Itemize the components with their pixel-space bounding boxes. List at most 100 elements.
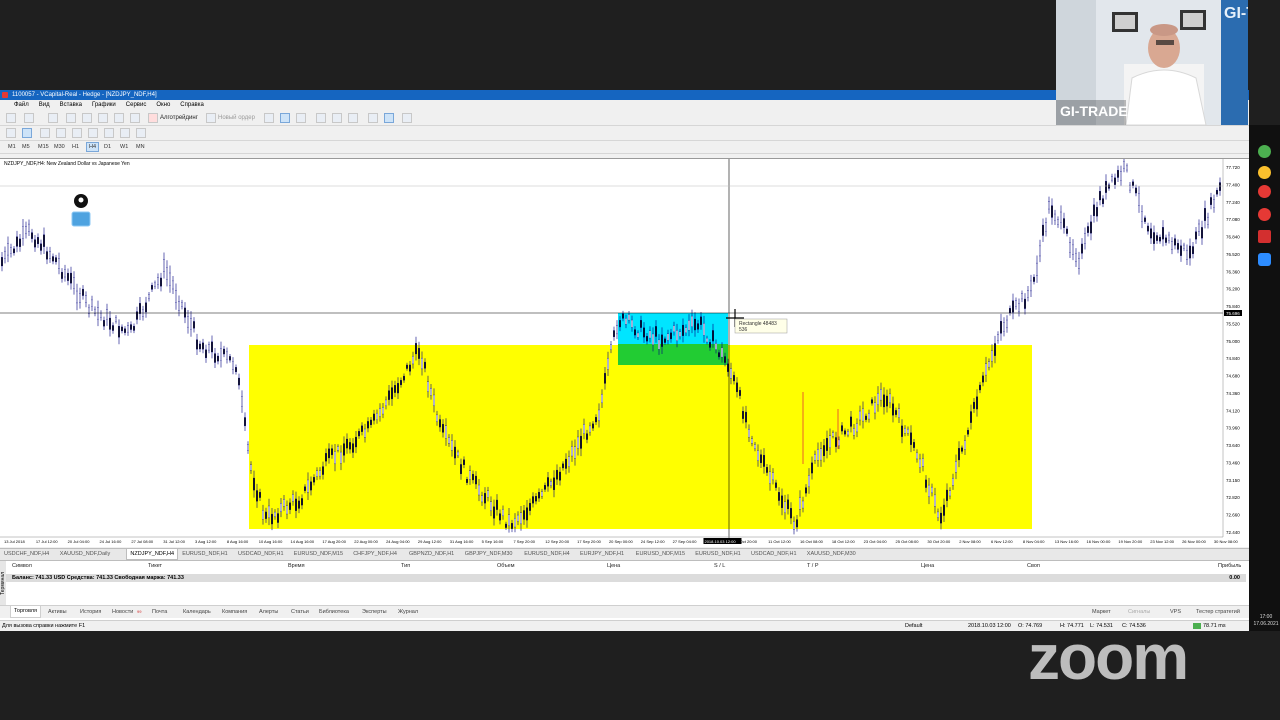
terminal-right-tab[interactable]: VPS — [1170, 606, 1181, 618]
terminal-tab[interactable]: Новости — [112, 606, 133, 618]
chart-tab[interactable]: GBPNZD_NDF,H1 — [409, 549, 454, 560]
zoom-app-icon[interactable] — [1258, 253, 1271, 266]
terminal-tab[interactable]: Алерты — [259, 606, 278, 618]
cursor-icon[interactable] — [6, 128, 16, 138]
price-chart[interactable]: 77.720 77.400 77.240 77.080 76.840 76.520 76.3… — [0, 158, 1249, 547]
chart-tab[interactable]: XAUUSD_NDF,Daily — [60, 549, 110, 560]
chart-tab[interactable]: XAUUSD_NDF,M30 — [807, 549, 856, 560]
navigator-icon[interactable] — [82, 113, 92, 123]
menu-window[interactable]: Окно — [156, 100, 170, 110]
chart-tab[interactable]: EURUSD_NDF,H1 — [695, 549, 741, 560]
column-header[interactable]: Время — [288, 563, 305, 569]
terminal-tab[interactable]: Почта — [152, 606, 167, 618]
fibonacci-icon[interactable] — [104, 128, 114, 138]
chart-tab[interactable]: GBPJPY_NDF,M30 — [465, 549, 513, 560]
market-watch-icon[interactable] — [48, 113, 58, 123]
terminal-tab[interactable]: Статьи — [291, 606, 309, 618]
terminal-tab[interactable]: Активы — [48, 606, 67, 618]
column-header[interactable]: T / P — [807, 563, 819, 569]
terminal-tab[interactable]: Компания — [222, 606, 247, 618]
column-header[interactable]: Символ — [12, 563, 32, 569]
chart-tab[interactable]: CHFJPY_NDF,H4 — [353, 549, 397, 560]
terminal-tab[interactable]: Библиотека — [319, 606, 349, 618]
chart-tab[interactable]: USDCHF_NDF,H4 — [4, 549, 49, 560]
data-window-icon[interactable] — [66, 113, 76, 123]
menu-view[interactable]: Вид — [39, 100, 50, 110]
line-chart-icon[interactable] — [296, 113, 306, 123]
terminal-right-tab[interactable]: Тестер стратегий — [1196, 606, 1240, 618]
chart-tab[interactable]: NZDJPY_NDF,H4 — [126, 549, 179, 560]
tile-windows-icon[interactable] — [348, 113, 358, 123]
opera-icon[interactable] — [1258, 185, 1271, 198]
menu-tools[interactable]: Сервис — [126, 100, 147, 110]
column-header[interactable]: Своп — [1027, 563, 1040, 569]
chart-tab[interactable]: USDCAD_NDF,H1 — [238, 549, 284, 560]
metaeditor-icon[interactable] — [130, 113, 140, 123]
timeframe-m5[interactable]: M5 — [20, 142, 32, 152]
new-chart-icon[interactable] — [6, 113, 16, 123]
column-header[interactable]: Цена — [607, 563, 620, 569]
column-header[interactable]: S / L — [714, 563, 725, 569]
autoscroll-icon[interactable] — [384, 113, 394, 123]
yellow-zone-rectangle[interactable] — [249, 345, 1032, 529]
terminal-right-tab[interactable]: Маркет — [1092, 606, 1111, 618]
trendline-icon[interactable] — [72, 128, 82, 138]
chart-tab[interactable]: EURUSD_NDF,H4 — [524, 549, 570, 560]
terminal-tab[interactable]: История — [80, 606, 101, 618]
menu-charts[interactable]: Графики — [92, 100, 116, 110]
timeframe-d1[interactable]: D1 — [102, 142, 113, 152]
timeframe-h1[interactable]: H1 — [70, 142, 81, 152]
green-zone-rectangle[interactable] — [618, 344, 728, 365]
column-header[interactable]: Прибыль — [1218, 563, 1241, 569]
chart-tab[interactable]: EURUSD_NDF,M15 — [294, 549, 343, 560]
mail-icon[interactable] — [71, 211, 91, 227]
chart-tab[interactable]: EURUSD_NDF,M15 — [636, 549, 685, 560]
crosshair-icon[interactable] — [22, 128, 32, 138]
timeframe-m15[interactable]: M15 — [36, 142, 51, 152]
terminal-right-tab[interactable]: Сигналы — [1128, 606, 1150, 618]
column-header[interactable]: Тикет — [148, 563, 162, 569]
terminal-tab[interactable]: Торговля — [10, 606, 41, 618]
chart-canvas[interactable]: 77.720 77.400 77.240 77.080 76.840 76.520 76.3… — [0, 159, 1249, 547]
chart-tab[interactable]: EURUSD_NDF,H1 — [182, 549, 228, 560]
bar-chart-icon[interactable] — [264, 113, 274, 123]
candlestick-icon[interactable] — [280, 113, 290, 123]
chrome-icon[interactable] — [1258, 166, 1271, 179]
column-header[interactable]: Объем — [497, 563, 515, 569]
chart-shift-icon[interactable] — [368, 113, 378, 123]
algotrading-button[interactable]: Алготрейдинг — [160, 112, 198, 124]
algotrading-icon[interactable] — [148, 113, 158, 123]
terminal-tab[interactable]: Календарь — [183, 606, 211, 618]
timeframe-w1[interactable]: W1 — [118, 142, 130, 152]
terminal-tab[interactable]: Журнал — [398, 606, 418, 618]
arrows-icon[interactable] — [136, 128, 146, 138]
horizontal-line-icon[interactable] — [56, 128, 66, 138]
candle-body — [193, 321, 195, 329]
new-order-icon[interactable] — [206, 113, 216, 123]
profiles-icon[interactable] — [24, 113, 34, 123]
new-order-button[interactable]: Новый ордер — [218, 112, 255, 124]
timeframe-mn[interactable]: MN — [134, 142, 147, 152]
column-header[interactable]: Цена — [921, 563, 934, 569]
terminal-icon[interactable] — [98, 113, 108, 123]
channel-icon[interactable] — [88, 128, 98, 138]
tester-icon[interactable] — [114, 113, 124, 123]
menu-help[interactable]: Справка — [180, 100, 204, 110]
column-header[interactable]: Тип — [401, 563, 410, 569]
timeframe-h4[interactable]: H4 — [86, 142, 100, 152]
menu-insert[interactable]: Вставка — [60, 100, 82, 110]
zoom-in-icon[interactable] — [316, 113, 326, 123]
browser-icon[interactable] — [1258, 145, 1271, 158]
zoom-out-icon[interactable] — [332, 113, 342, 123]
home-icon[interactable] — [1258, 230, 1271, 243]
chart-tab[interactable]: USDCAD_NDF,H1 — [751, 549, 797, 560]
text-icon[interactable] — [120, 128, 130, 138]
terminal-tab[interactable]: Эксперты — [362, 606, 387, 618]
chart-tab[interactable]: EURJPY_NDF,H1 — [580, 549, 624, 560]
yandex-icon[interactable] — [1258, 208, 1271, 221]
timeframe-m1[interactable]: M1 — [6, 142, 18, 152]
indicators-icon[interactable] — [402, 113, 412, 123]
timeframe-m30[interactable]: M30 — [52, 142, 67, 152]
menu-file[interactable]: Файл — [14, 100, 29, 110]
vertical-line-icon[interactable] — [40, 128, 50, 138]
